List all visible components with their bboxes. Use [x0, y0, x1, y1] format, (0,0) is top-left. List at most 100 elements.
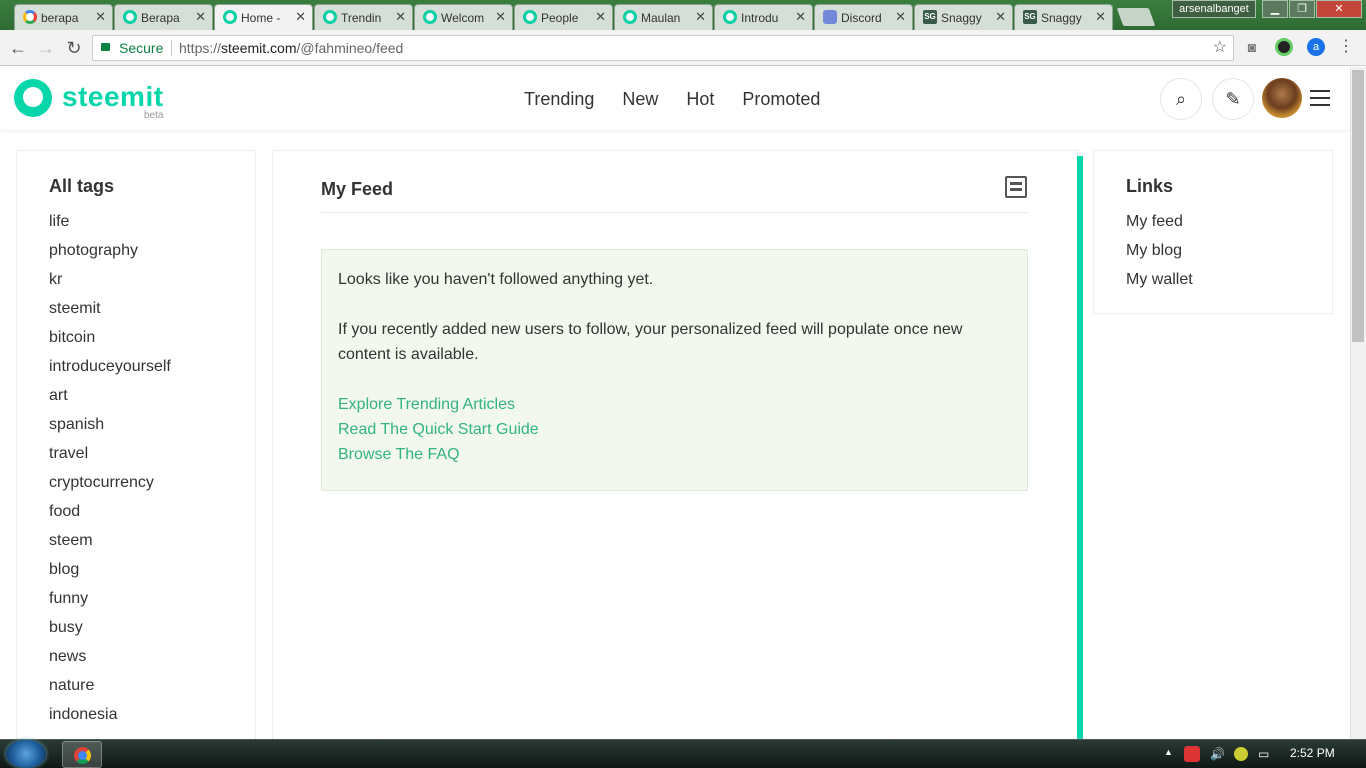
my-blog-link[interactable]: My blog	[1126, 242, 1300, 271]
browser-tab[interactable]: Maulan ✕	[614, 4, 713, 30]
close-tab-icon[interactable]: ✕	[195, 9, 206, 25]
back-arrow-icon[interactable]: ←	[6, 36, 30, 60]
tab-label: Snaggy	[941, 10, 982, 25]
accent-bar	[1077, 156, 1083, 739]
tab-label: Home -	[241, 10, 281, 25]
steemit-page: steemit beta Trending New Hot Promoted ⌕…	[0, 67, 1350, 739]
steemit-icon	[223, 10, 237, 24]
windows-start-icon[interactable]	[6, 740, 46, 768]
forward-arrow-icon[interactable]: →	[34, 36, 58, 60]
nav-trending[interactable]: Trending	[524, 89, 594, 110]
explore-trending-link[interactable]: Explore Trending Articles	[338, 392, 1011, 417]
account-extension-icon[interactable]: a	[1307, 38, 1325, 56]
tag-link[interactable]: blog	[49, 561, 223, 590]
tag-link[interactable]: funny	[49, 590, 223, 619]
tag-link[interactable]: steem	[49, 532, 223, 561]
browser-tab[interactable]: Trendin ✕	[314, 4, 413, 30]
browser-tab-active[interactable]: Home - ✕	[214, 4, 313, 30]
color-extension-icon[interactable]	[1275, 38, 1293, 56]
tray-expand-icon[interactable]: ▲	[1164, 747, 1173, 757]
tag-link[interactable]: nature	[49, 677, 223, 706]
my-wallet-link[interactable]: My wallet	[1126, 271, 1300, 300]
chrome-menu-icon[interactable]: ⋮	[1337, 38, 1355, 56]
new-tab-button[interactable]	[1116, 8, 1156, 26]
minimize-button[interactable]: ▁	[1262, 0, 1288, 18]
tray-app-icon[interactable]	[1184, 746, 1200, 762]
notice-text: Looks like you haven't followed anything…	[338, 271, 654, 288]
close-tab-icon[interactable]: ✕	[95, 9, 106, 25]
browser-tab[interactable]: berapa ✕	[14, 4, 113, 30]
scrollbar-thumb[interactable]	[1352, 70, 1364, 342]
nav-new[interactable]: New	[622, 89, 658, 110]
tag-link[interactable]: bitcoin	[49, 329, 223, 358]
browser-tab[interactable]: Introdu ✕	[714, 4, 813, 30]
feed-panel: My Feed Looks like you haven't followed …	[272, 150, 1078, 739]
tag-link[interactable]: food	[49, 503, 223, 532]
tag-link[interactable]: busy	[49, 619, 223, 648]
close-tab-icon[interactable]: ✕	[595, 9, 606, 25]
browser-tab[interactable]: SG Snaggy ✕	[914, 4, 1013, 30]
layout-toggle-icon[interactable]	[1005, 176, 1027, 198]
tag-link[interactable]: news	[49, 648, 223, 677]
tag-link[interactable]: indonesia	[49, 706, 223, 735]
network-icon[interactable]: ▭	[1258, 747, 1269, 761]
steemit-logo-icon[interactable]	[14, 79, 52, 117]
main-nav: Trending New Hot Promoted	[524, 89, 848, 110]
avatar[interactable]	[1262, 78, 1302, 118]
chrome-taskbar-button[interactable]	[62, 741, 102, 768]
tab-label: Introdu	[741, 10, 779, 25]
tag-link[interactable]: cryptocurrency	[49, 474, 223, 503]
camera-extension-icon[interactable]: ◙	[1243, 38, 1261, 56]
tag-link[interactable]: art	[49, 387, 223, 416]
google-icon	[23, 10, 37, 24]
browser-tab[interactable]: Discord ✕	[814, 4, 913, 30]
quick-start-guide-link[interactable]: Read The Quick Start Guide	[338, 417, 1011, 442]
reload-icon[interactable]: ↻	[62, 36, 86, 60]
faq-link[interactable]: Browse The FAQ	[338, 442, 1011, 467]
browser-tab[interactable]: Welcom ✕	[414, 4, 513, 30]
close-window-button[interactable]: ✕	[1316, 0, 1362, 18]
search-button[interactable]: ⌕	[1160, 78, 1202, 120]
snaggy-icon: SG	[923, 10, 937, 24]
tag-link[interactable]: spanish	[49, 416, 223, 445]
address-bar[interactable]: Secure https://steemit.com/@fahmineo/fee…	[92, 35, 1234, 61]
close-tab-icon[interactable]: ✕	[995, 9, 1006, 25]
tag-link[interactable]: life	[49, 213, 223, 242]
tray-status-icon[interactable]	[1234, 747, 1248, 761]
nav-hot[interactable]: Hot	[686, 89, 714, 110]
my-feed-link[interactable]: My feed	[1126, 213, 1300, 242]
tag-link[interactable]: kr	[49, 271, 223, 300]
links-list: My feed My blog My wallet	[1126, 213, 1300, 300]
taskbar-clock[interactable]: 2:52 PM	[1290, 746, 1335, 760]
tag-link[interactable]: photography	[49, 242, 223, 271]
maximize-button[interactable]: ❐	[1289, 0, 1315, 18]
tag-link[interactable]: introduceyourself	[49, 358, 223, 387]
links-sidebar: Links My feed My blog My wallet	[1093, 150, 1333, 314]
write-post-button[interactable]: ✎	[1212, 78, 1254, 120]
close-tab-icon[interactable]: ✕	[295, 9, 306, 25]
site-logo-text[interactable]: steemit	[62, 81, 164, 113]
close-tab-icon[interactable]: ✕	[1095, 9, 1106, 25]
close-tab-icon[interactable]: ✕	[695, 9, 706, 25]
browser-tab[interactable]: SG Snaggy ✕	[1014, 4, 1113, 30]
volume-icon[interactable]: 🔊	[1210, 747, 1225, 761]
window-user-badge[interactable]: arsenalbanget	[1172, 0, 1256, 18]
browser-toolbar: ← → ↻ Secure https://steemit.com/@fahmin…	[0, 30, 1366, 66]
close-tab-icon[interactable]: ✕	[795, 9, 806, 25]
tag-link[interactable]: travel	[49, 445, 223, 474]
tab-label: Welcom	[441, 10, 485, 25]
hamburger-menu-icon[interactable]	[1310, 90, 1330, 106]
bookmark-star-icon[interactable]: ☆	[1213, 36, 1227, 60]
tag-link[interactable]: steemit	[49, 300, 223, 329]
tab-label: Berapa	[141, 10, 180, 25]
close-tab-icon[interactable]: ✕	[895, 9, 906, 25]
browser-tab[interactable]: People ✕	[514, 4, 613, 30]
pencil-icon: ✎	[1225, 89, 1241, 109]
tab-label: Snaggy	[1041, 10, 1082, 25]
close-tab-icon[interactable]: ✕	[495, 9, 506, 25]
close-tab-icon[interactable]: ✕	[395, 9, 406, 25]
browser-tab[interactable]: Berapa ✕	[114, 4, 213, 30]
nav-promoted[interactable]: Promoted	[742, 89, 820, 110]
steemit-icon	[723, 10, 737, 24]
steemit-icon	[523, 10, 537, 24]
